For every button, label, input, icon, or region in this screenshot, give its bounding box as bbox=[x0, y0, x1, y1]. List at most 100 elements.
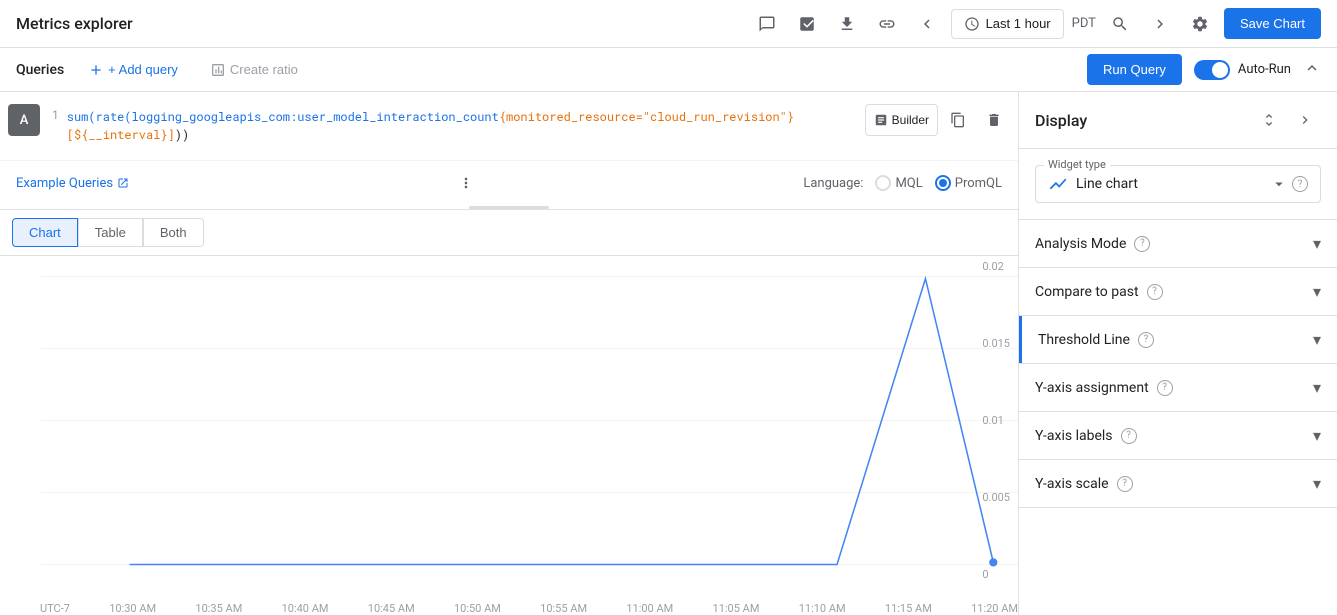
y-axis-scale-section[interactable]: Y-axis scale ? bbox=[1019, 460, 1337, 508]
main-content: A 1 sum(rate(logging_googleapis_com:user… bbox=[0, 92, 1337, 615]
settings-icon-btn[interactable] bbox=[1184, 8, 1216, 40]
scroll-indicator bbox=[469, 206, 549, 209]
y-axis-assignment-title: Y-axis assignment bbox=[1035, 380, 1149, 396]
comment-icon bbox=[758, 15, 776, 33]
threshold-line-chevron bbox=[1313, 330, 1321, 349]
nav-arrows bbox=[911, 8, 943, 40]
analysis-mode-help[interactable]: ? bbox=[1134, 236, 1150, 252]
compare-to-past-title: Compare to past bbox=[1035, 284, 1139, 300]
section-left: Threshold Line ? bbox=[1038, 332, 1154, 348]
y-axis-assignment-section[interactable]: Y-axis assignment ? bbox=[1019, 364, 1337, 412]
queries-bar: Queries + Add query Create ratio Run Que… bbox=[0, 48, 1337, 92]
add-chart-icon-btn[interactable] bbox=[791, 8, 823, 40]
line-chart-icon bbox=[1048, 174, 1068, 194]
add-query-label: + Add query bbox=[108, 62, 178, 77]
chart-container: 0.02 0.015 0.01 0.005 0 UTC-7 10:30 AM 1… bbox=[0, 256, 1018, 615]
auto-run-switch[interactable] bbox=[1194, 60, 1230, 80]
copy-icon bbox=[950, 112, 966, 128]
delete-query-button[interactable] bbox=[978, 104, 1010, 136]
auto-run-toggle: Auto-Run bbox=[1194, 60, 1291, 80]
display-collapse-btn[interactable] bbox=[1289, 104, 1321, 136]
table-tab[interactable]: Table bbox=[78, 218, 143, 247]
run-query-button[interactable]: Run Query bbox=[1087, 54, 1182, 85]
time-range-btn[interactable]: Last 1 hour bbox=[951, 9, 1064, 39]
download-icon-btn[interactable] bbox=[831, 8, 863, 40]
promql-radio[interactable]: PromQL bbox=[935, 175, 1002, 191]
both-tab[interactable]: Both bbox=[143, 218, 204, 247]
widget-type-section: Widget type Line chart ? bbox=[1019, 149, 1337, 220]
y-axis-labels-help[interactable]: ? bbox=[1121, 428, 1137, 444]
query-code-input[interactable]: sum(rate(logging_googleapis_com:user_mod… bbox=[67, 100, 857, 152]
compare-to-past-section[interactable]: Compare to past ? bbox=[1019, 268, 1337, 316]
display-expand-btn[interactable] bbox=[1253, 104, 1285, 136]
time-range-label: Last 1 hour bbox=[986, 16, 1051, 31]
builder-button[interactable]: Builder bbox=[865, 104, 938, 136]
display-header: Display bbox=[1019, 92, 1337, 149]
add-query-button[interactable]: + Add query bbox=[80, 58, 186, 82]
search-icon bbox=[1111, 15, 1129, 33]
y-axis-scale-title: Y-axis scale bbox=[1035, 476, 1109, 492]
compare-to-past-help[interactable]: ? bbox=[1147, 284, 1163, 300]
query-row: A 1 sum(rate(logging_googleapis_com:user… bbox=[0, 92, 1018, 160]
x-label-1: 10:30 AM bbox=[109, 602, 156, 615]
threshold-line-help[interactable]: ? bbox=[1138, 332, 1154, 348]
more-options-button[interactable] bbox=[450, 167, 482, 199]
save-chart-button[interactable]: Save Chart bbox=[1224, 8, 1321, 39]
y-axis-scale-help[interactable]: ? bbox=[1117, 476, 1133, 492]
widget-type-selector[interactable]: Line chart ? bbox=[1048, 174, 1308, 194]
widget-type-help[interactable]: ? bbox=[1292, 176, 1308, 192]
chevron-right-icon bbox=[1151, 15, 1169, 33]
x-label-10: 11:15 AM bbox=[885, 602, 932, 615]
mql-radio-circle bbox=[875, 175, 891, 191]
widget-type-value: Line chart bbox=[1076, 176, 1138, 192]
clock-icon bbox=[964, 16, 980, 32]
download-icon bbox=[838, 15, 856, 33]
queries-label: Queries bbox=[16, 62, 64, 78]
link-icon-btn[interactable] bbox=[871, 8, 903, 40]
x-label-5: 10:50 AM bbox=[454, 602, 501, 615]
compare-to-past-chevron bbox=[1313, 282, 1321, 301]
section-left: Y-axis labels ? bbox=[1035, 428, 1137, 444]
settings-icon bbox=[1191, 15, 1209, 33]
x-label-11: 11:20 AM bbox=[971, 602, 1018, 615]
x-label-0: UTC-7 bbox=[40, 602, 70, 615]
chart-tab[interactable]: Chart bbox=[12, 218, 78, 247]
section-left: Y-axis assignment ? bbox=[1035, 380, 1173, 396]
unfold-more-icon bbox=[1261, 112, 1277, 128]
mql-radio[interactable]: MQL bbox=[875, 175, 922, 191]
y-axis-labels-title: Y-axis labels bbox=[1035, 428, 1113, 444]
create-ratio-button[interactable]: Create ratio bbox=[202, 58, 306, 82]
builder-icon bbox=[874, 113, 888, 127]
y-axis-labels-section[interactable]: Y-axis labels ? bbox=[1019, 412, 1337, 460]
prev-btn[interactable] bbox=[911, 8, 943, 40]
y-axis-scale-chevron bbox=[1313, 474, 1321, 493]
threshold-line-section[interactable]: Threshold Line ? bbox=[1022, 316, 1337, 363]
search-icon-btn[interactable] bbox=[1104, 8, 1136, 40]
header-left: Metrics explorer bbox=[16, 14, 133, 33]
create-ratio-label: Create ratio bbox=[230, 62, 298, 77]
y-axis-assignment-help[interactable]: ? bbox=[1157, 380, 1173, 396]
query-editor: A 1 sum(rate(logging_googleapis_com:user… bbox=[0, 92, 1018, 210]
collapse-button[interactable] bbox=[1303, 59, 1321, 80]
chart-area: A 1 sum(rate(logging_googleapis_com:user… bbox=[0, 92, 1019, 615]
widget-type-field: Widget type Line chart ? bbox=[1035, 165, 1321, 203]
analysis-mode-chevron bbox=[1313, 234, 1321, 253]
queries-left: Queries + Add query Create ratio bbox=[16, 58, 306, 82]
language-label: Language: bbox=[803, 176, 863, 191]
builder-label: Builder bbox=[892, 113, 929, 127]
header: Metrics explorer Last 1 hour PDT bbox=[0, 0, 1337, 48]
queries-right: Run Query Auto-Run bbox=[1087, 54, 1321, 85]
copy-query-button[interactable] bbox=[942, 104, 974, 136]
widget-dropdown-icon[interactable] bbox=[1270, 175, 1288, 193]
x-label-3: 10:40 AM bbox=[282, 602, 329, 615]
example-queries-link[interactable]: Example Queries bbox=[16, 176, 129, 191]
language-selector: Language: MQL PromQL bbox=[803, 175, 1002, 191]
chevron-right-panel-icon bbox=[1297, 112, 1313, 128]
analysis-mode-section[interactable]: Analysis Mode ? bbox=[1019, 220, 1337, 268]
next-btn[interactable] bbox=[1144, 8, 1176, 40]
comment-icon-btn[interactable] bbox=[751, 8, 783, 40]
analysis-mode-title: Analysis Mode bbox=[1035, 236, 1126, 252]
more-vert-icon bbox=[458, 175, 474, 191]
query-icons: Builder bbox=[865, 104, 1010, 136]
y-axis-assignment-chevron bbox=[1313, 378, 1321, 397]
